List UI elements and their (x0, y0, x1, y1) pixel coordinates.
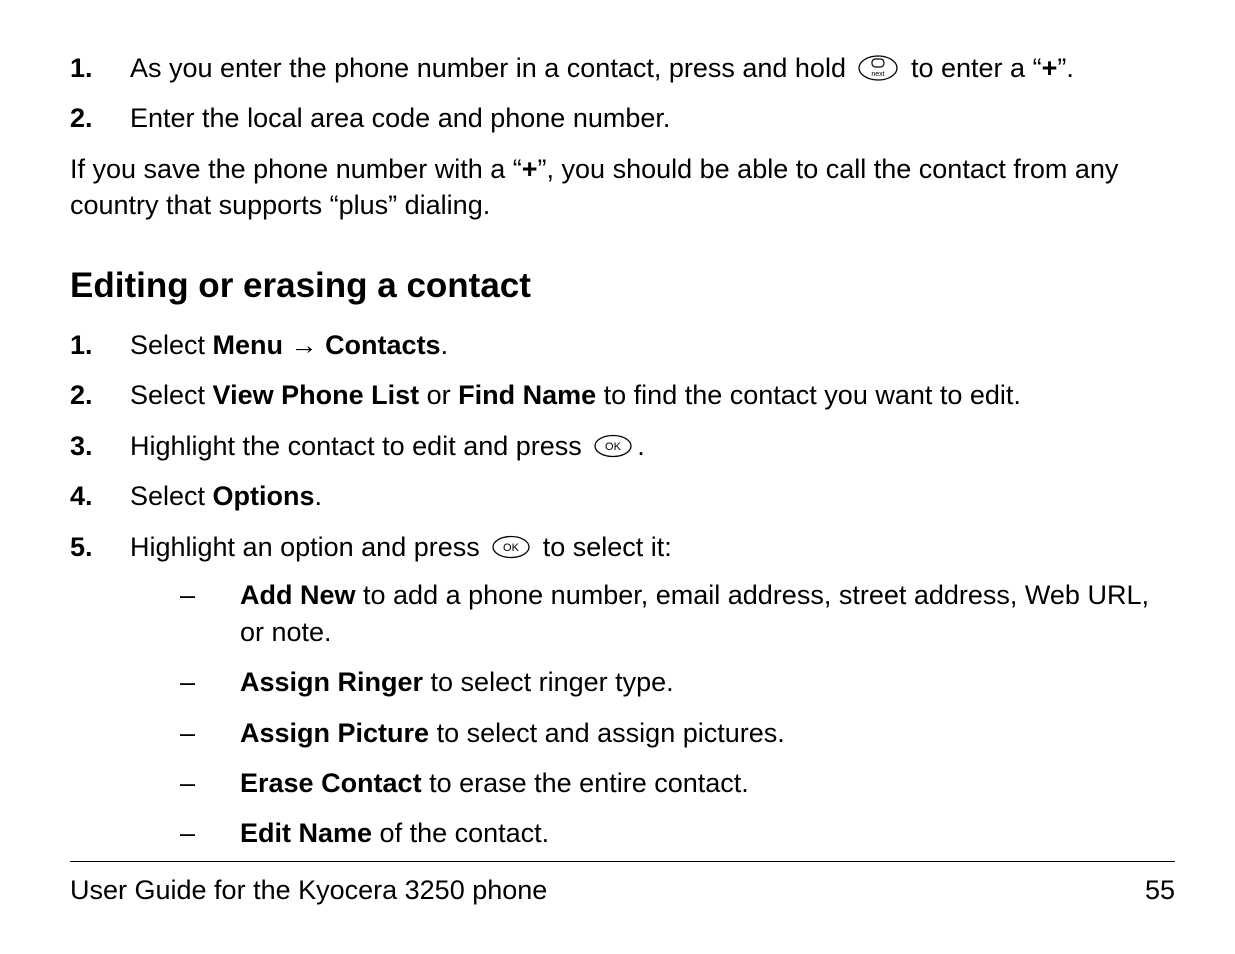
text-bold: + (522, 154, 538, 184)
list-body: Select Menu → Contacts. (130, 327, 1175, 363)
text: or (419, 380, 458, 410)
text: to select ringer type. (423, 667, 674, 697)
list-number: 1. (70, 50, 130, 86)
section-heading: Editing or erasing a contact (70, 262, 1175, 309)
dash-bullet: – (180, 577, 240, 613)
text-bold: + (1042, 53, 1058, 83)
list-body: Select Options. (130, 478, 1175, 514)
svg-text:next: next (872, 71, 885, 78)
text-bold: Contacts (325, 330, 441, 360)
text: to select it: (535, 532, 672, 562)
text-bold: Erase Contact (240, 768, 422, 798)
text-bold: Find Name (458, 380, 596, 410)
sub-body: Erase Contact to erase the entire contac… (240, 765, 1175, 801)
text-bold: Options (213, 481, 315, 511)
text-bold: View Phone List (213, 380, 420, 410)
sub-list-item: – Assign Picture to select and assign pi… (130, 715, 1175, 751)
text: to add a phone number, email address, st… (240, 580, 1149, 646)
list-number: 5. (70, 529, 130, 565)
list-item: 2. Select View Phone List or Find Name t… (70, 377, 1175, 413)
list-body: Highlight the contact to edit and press … (130, 428, 1175, 464)
text: of the contact. (372, 818, 549, 848)
list-body: Select View Phone List or Find Name to f… (130, 377, 1175, 413)
list-number: 4. (70, 478, 130, 514)
list-item: 2. Enter the local area code and phone n… (70, 100, 1175, 136)
arrow-icon: → (283, 330, 325, 360)
section1-list: 1. As you enter the phone number in a co… (70, 50, 1175, 137)
section2-list: 1. Select Menu → Contacts. 2. Select Vie… (70, 327, 1175, 866)
sub-body: Assign Picture to select and assign pict… (240, 715, 1175, 751)
text: to find the contact you want to edit. (596, 380, 1021, 410)
page-content: 1. As you enter the phone number in a co… (70, 50, 1175, 866)
list-item: 4. Select Options. (70, 478, 1175, 514)
dash-bullet: – (180, 815, 240, 851)
svg-text:OK: OK (503, 542, 520, 554)
svg-text:OK: OK (605, 441, 622, 453)
text-bold: Menu (213, 330, 284, 360)
footer-title: User Guide for the Kyocera 3250 phone (70, 872, 547, 908)
list-number: 2. (70, 377, 130, 413)
text-bold: Assign Picture (240, 718, 429, 748)
dash-bullet: – (180, 715, 240, 751)
text: Highlight an option and press (130, 532, 487, 562)
list-body: Highlight an option and press OK to sele… (130, 529, 1175, 866)
sub-list: – Add New to add a phone number, email a… (130, 577, 1175, 852)
ok-key-icon: OK (593, 434, 633, 458)
ok-key-icon: OK (491, 535, 531, 559)
zero-next-key-icon: next (857, 54, 899, 82)
text: . (315, 481, 323, 511)
text: If you save the phone number with a “ (70, 154, 522, 184)
list-number: 1. (70, 327, 130, 363)
text: As you enter the phone number in a conta… (130, 53, 853, 83)
text-bold: Assign Ringer (240, 667, 423, 697)
sub-body: Add New to add a phone number, email add… (240, 577, 1175, 650)
text: to select and assign pictures. (429, 718, 785, 748)
list-body: Enter the local area code and phone numb… (130, 100, 1175, 136)
sub-body: Edit Name of the contact. (240, 815, 1175, 851)
sub-list-item: – Erase Contact to erase the entire cont… (130, 765, 1175, 801)
text-bold: Edit Name (240, 818, 372, 848)
list-item: 3. Highlight the contact to edit and pre… (70, 428, 1175, 464)
text-bold: Add New (240, 580, 356, 610)
text: to erase the entire contact. (422, 768, 749, 798)
sub-list-item: – Add New to add a phone number, email a… (130, 577, 1175, 650)
text: to enter a “ (911, 53, 1042, 83)
text: Select (130, 380, 213, 410)
dash-bullet: – (180, 765, 240, 801)
list-number: 3. (70, 428, 130, 464)
page-number: 55 (1145, 872, 1175, 908)
text: Select (130, 481, 213, 511)
sub-list-item: – Edit Name of the contact. (130, 815, 1175, 851)
text: Highlight the contact to edit and press (130, 431, 589, 461)
list-body: As you enter the phone number in a conta… (130, 50, 1175, 86)
sub-list-item: – Assign Ringer to select ringer type. (130, 664, 1175, 700)
page-footer: User Guide for the Kyocera 3250 phone 55 (70, 861, 1175, 908)
dash-bullet: – (180, 664, 240, 700)
text: ”. (1057, 53, 1074, 83)
list-item: 1. Select Menu → Contacts. (70, 327, 1175, 363)
paragraph: If you save the phone number with a “+”,… (70, 151, 1175, 224)
list-number: 2. (70, 100, 130, 136)
text: . (637, 431, 645, 461)
sub-body: Assign Ringer to select ringer type. (240, 664, 1175, 700)
text: . (441, 330, 449, 360)
text: Select (130, 330, 213, 360)
list-item: 5. Highlight an option and press OK to s… (70, 529, 1175, 866)
list-item: 1. As you enter the phone number in a co… (70, 50, 1175, 86)
